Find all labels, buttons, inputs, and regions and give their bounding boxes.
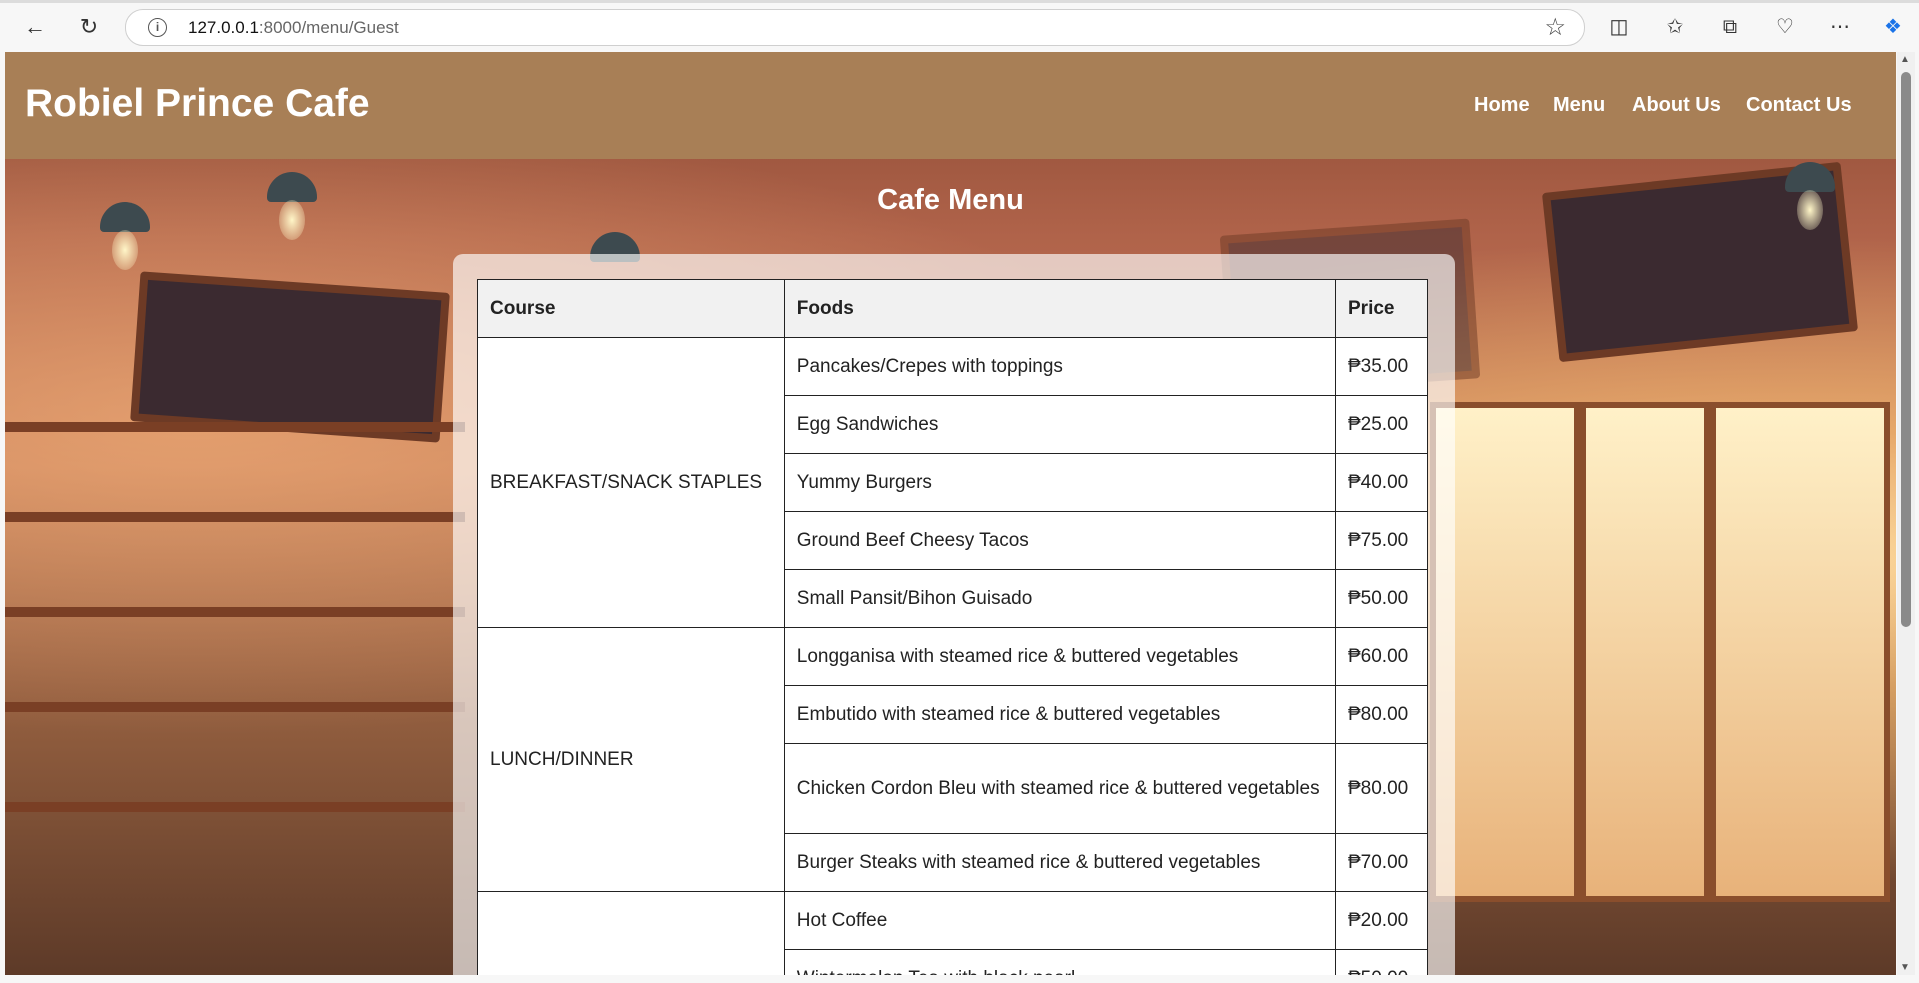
scrollbar-thumb[interactable] [1901, 72, 1911, 627]
page-viewport: Robiel Prince Cafe Home Menu About Us Co… [5, 52, 1896, 975]
browser-toolbar: ← ↻ i 127.0.0.1:8000/menu/Guest ☆ ◫ ✩ ⧉ … [0, 0, 1919, 52]
food-cell: Longganisa with steamed rice & buttered … [783, 627, 1337, 686]
food-cell: Pancakes/Crepes with toppings [783, 337, 1337, 396]
menu-table: Course Foods Price BREAKFAST/SNACK STAPL… [477, 279, 1428, 975]
price-cell: ₱35.00 [1335, 337, 1428, 396]
price-cell: ₱80.00 [1335, 743, 1428, 834]
price-cell: ₱40.00 [1335, 453, 1428, 512]
nav-home[interactable]: Home [1474, 94, 1530, 117]
table-row: Hot Coffee ₱20.00 [477, 891, 1428, 975]
nav-menu[interactable]: Menu [1553, 94, 1605, 117]
nav-contact-us[interactable]: Contact Us [1746, 94, 1852, 117]
url-text[interactable]: 127.0.0.1:8000/menu/Guest [188, 18, 399, 38]
header-course: Course [477, 279, 785, 338]
favorites-icon[interactable]: ✩ [1660, 12, 1690, 42]
copilot-icon[interactable]: ❖ [1878, 12, 1908, 42]
food-cell: Wintermelon Tea with black pearl [783, 949, 1337, 975]
price-cell: ₱50.00 [1335, 569, 1428, 628]
favorite-star-icon[interactable]: ☆ [1544, 13, 1566, 42]
course-cell: LUNCH/DINNER [477, 627, 785, 892]
back-icon[interactable]: ← [20, 12, 50, 42]
course-cell [477, 891, 785, 975]
info-icon[interactable]: i [148, 18, 167, 37]
food-cell: Embutido with steamed rice & buttered ve… [783, 685, 1337, 744]
header-price: Price [1335, 279, 1428, 338]
price-cell: ₱60.00 [1335, 627, 1428, 686]
more-icon[interactable]: ⋯ [1825, 12, 1855, 42]
food-cell: Burger Steaks with steamed rice & butter… [783, 833, 1337, 892]
price-cell: ₱75.00 [1335, 511, 1428, 570]
scroll-down-icon[interactable]: ▼ [1900, 962, 1910, 973]
table-row: LUNCH/DINNER Longganisa with steamed ric… [477, 627, 1428, 892]
tab-strip-edge [0, 0, 1919, 3]
header-foods: Foods [783, 279, 1337, 338]
price-cell: ₱50.00 [1335, 949, 1428, 975]
price-cell: ₱70.00 [1335, 833, 1428, 892]
collections-icon[interactable]: ⧉ [1715, 12, 1745, 42]
food-cell: Egg Sandwiches [783, 395, 1337, 454]
refresh-icon[interactable]: ↻ [74, 12, 104, 42]
site-brand[interactable]: Robiel Prince Cafe [25, 82, 370, 126]
table-row: BREAKFAST/SNACK STAPLES Pancakes/Crepes … [477, 337, 1428, 628]
site-header: Robiel Prince Cafe Home Menu About Us Co… [5, 52, 1896, 159]
nav-about-us[interactable]: About Us [1632, 94, 1721, 117]
page-title: Cafe Menu [877, 184, 1024, 216]
food-cell: Yummy Burgers [783, 453, 1337, 512]
price-cell: ₱80.00 [1335, 685, 1428, 744]
split-screen-icon[interactable]: ◫ [1604, 12, 1634, 42]
food-cell: Small Pansit/Bihon Guisado [783, 569, 1337, 628]
address-bar[interactable]: i 127.0.0.1:8000/menu/Guest ☆ [125, 9, 1585, 46]
food-cell: Ground Beef Cheesy Tacos [783, 511, 1337, 570]
price-cell: ₱25.00 [1335, 395, 1428, 454]
course-cell: BREAKFAST/SNACK STAPLES [477, 337, 785, 628]
food-cell: Hot Coffee [783, 891, 1337, 950]
scroll-up-icon[interactable]: ▲ [1900, 54, 1910, 65]
browser-essentials-icon[interactable]: ♡ [1770, 12, 1800, 42]
price-cell: ₱20.00 [1335, 891, 1428, 950]
food-cell: Chicken Cordon Bleu with steamed rice & … [783, 743, 1337, 834]
vertical-scrollbar[interactable]: ▲ ▼ [1897, 52, 1915, 975]
table-header-row: Course Foods Price [477, 279, 1428, 338]
